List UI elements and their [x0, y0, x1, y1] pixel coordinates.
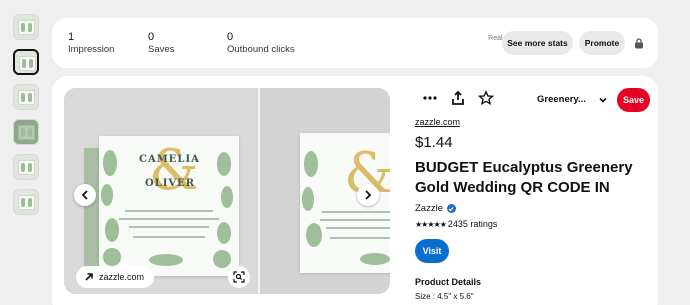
price: $1.44	[415, 134, 453, 151]
ratings-count: 2435 ratings	[447, 219, 498, 229]
thumbnail-image	[18, 195, 35, 210]
invite-name-2: OLIVER	[145, 178, 196, 189]
outbound-clicks-stat: 0 Outbound clicks	[227, 31, 295, 56]
invitation-card: & CAMELIA OLIVER	[99, 136, 239, 276]
visual-search-button[interactable]	[228, 266, 250, 288]
next-image-button[interactable]	[357, 184, 379, 206]
lens-icon	[233, 271, 245, 283]
invitation-card-closeup: &	[300, 133, 390, 273]
source-link[interactable]: zazzle.com	[76, 266, 155, 288]
see-more-stats-button[interactable]: See more stats	[502, 31, 573, 55]
thumbnail-5[interactable]	[13, 154, 39, 180]
invite-name-1: CAMELIA	[139, 154, 200, 165]
chevron-down-icon[interactable]	[598, 95, 608, 105]
impressions-label: Impression	[68, 44, 115, 55]
share-icon[interactable]	[450, 90, 466, 106]
pin-panel: & CAMELIA OLIVER & zazzle.com Greenery..…	[52, 76, 658, 305]
saves-label: Saves	[148, 44, 175, 55]
thumbnail-6[interactable]	[13, 189, 39, 215]
saves-value: 0	[148, 31, 155, 43]
outbound-clicks-value: 0	[227, 31, 234, 43]
product-image[interactable]: & CAMELIA OLIVER & zazzle.com	[64, 88, 390, 294]
lock-icon	[635, 38, 643, 49]
thumbnail-image	[18, 160, 35, 175]
chevron-left-icon	[81, 190, 88, 200]
arrow-up-right-icon	[85, 273, 93, 281]
thumbnail-4[interactable]	[13, 119, 39, 145]
save-button[interactable]: Save	[617, 88, 650, 112]
domain-link[interactable]: zazzle.com	[415, 117, 460, 127]
impressions-stat: 1 Impression	[68, 31, 114, 56]
chevron-right-icon	[365, 190, 372, 200]
brand[interactable]: Zazzle	[415, 203, 456, 214]
product-details-heading: Product Details	[415, 277, 482, 287]
ampersand-graphic: &	[149, 138, 199, 203]
thumbnail-image	[18, 125, 35, 140]
brand-name: Zazzle	[415, 203, 443, 214]
source-link-label: zazzle.com	[99, 272, 145, 282]
outbound-clicks-label: Outbound clicks	[227, 44, 295, 55]
product-size: Size : 4.5" x 5.6"	[415, 292, 474, 301]
promote-button[interactable]: Promote	[579, 31, 625, 55]
previous-image-button[interactable]	[74, 184, 96, 206]
thumbnail-image	[18, 20, 35, 35]
visit-button[interactable]: Visit	[415, 239, 449, 263]
thumbnail-2[interactable]	[13, 49, 39, 75]
thumbnail-image	[18, 90, 35, 105]
thumbnail-1[interactable]	[13, 14, 39, 40]
thumbnail-3[interactable]	[13, 84, 39, 110]
star-icon[interactable]	[478, 90, 494, 106]
saves-stat: 0 Saves	[148, 31, 174, 56]
pin-title: BUDGET Eucalyptus Greenery Gold Wedding …	[415, 159, 633, 196]
rating-stars: ★★★★★	[415, 219, 447, 229]
more-options-icon[interactable]	[422, 90, 438, 106]
rating: ★★★★★ 2435 ratings	[415, 219, 497, 229]
verified-icon	[446, 204, 456, 213]
stats-bar: 1 Impression 0 Saves 0 Outbound clicks R…	[52, 18, 658, 68]
impressions-value: 1	[68, 31, 75, 43]
board-selector[interactable]: Greenery...	[537, 94, 586, 105]
thumbnail-image	[19, 56, 36, 71]
